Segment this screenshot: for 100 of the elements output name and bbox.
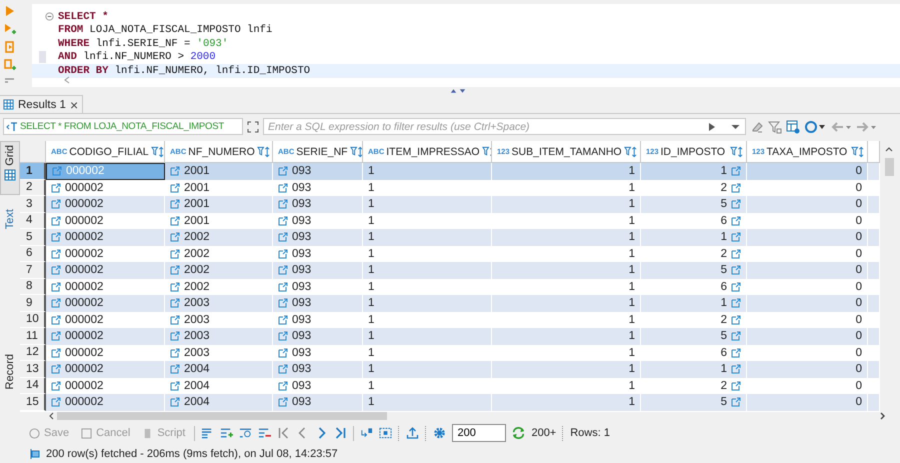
- link-icon[interactable]: [731, 397, 741, 408]
- scroll-up-icon[interactable]: [885, 147, 893, 152]
- link-icon[interactable]: [278, 314, 288, 325]
- delete-row-icon[interactable]: [258, 427, 272, 439]
- row-number[interactable]: 12: [20, 344, 46, 361]
- apply-filter-icon[interactable]: [708, 122, 716, 132]
- link-icon[interactable]: [731, 248, 741, 259]
- link-icon[interactable]: [278, 298, 288, 308]
- link-icon[interactable]: [278, 166, 288, 176]
- link-icon[interactable]: [51, 380, 61, 391]
- link-icon[interactable]: [278, 380, 288, 391]
- link-icon[interactable]: [170, 397, 180, 408]
- link-icon[interactable]: [731, 216, 741, 226]
- filter-sort-icon[interactable]: [150, 146, 164, 158]
- link-icon[interactable]: [731, 380, 741, 391]
- dropdown-icon[interactable]: [731, 124, 740, 130]
- link-icon[interactable]: [731, 199, 741, 210]
- collapse-icon[interactable]: [45, 12, 54, 22]
- link-icon[interactable]: [51, 348, 61, 358]
- link-icon[interactable]: [170, 298, 180, 308]
- link-icon[interactable]: [51, 364, 61, 374]
- panel-icon[interactable]: [379, 427, 392, 439]
- row-number[interactable]: 5: [20, 229, 46, 246]
- link-icon[interactable]: [731, 298, 741, 308]
- first-page-icon[interactable]: [277, 427, 290, 439]
- link-icon[interactable]: [731, 282, 741, 292]
- row-number[interactable]: 4: [20, 212, 46, 229]
- row-number[interactable]: 14: [20, 378, 46, 394]
- forward-arrow-icon[interactable]: [856, 120, 878, 134]
- row-number[interactable]: 3: [20, 196, 46, 212]
- row-number[interactable]: 15: [20, 394, 46, 410]
- filter-sort-icon[interactable]: [624, 146, 637, 158]
- close-icon[interactable]: ×: [70, 98, 78, 112]
- run-plus-icon[interactable]: [4, 23, 16, 35]
- explain-icon[interactable]: [4, 77, 16, 83]
- link-icon[interactable]: [278, 364, 288, 374]
- row-number[interactable]: 10: [20, 312, 46, 328]
- link-icon[interactable]: [278, 199, 288, 210]
- row-number[interactable]: 7: [20, 262, 46, 278]
- link-icon[interactable]: [51, 298, 61, 308]
- link-icon[interactable]: [51, 265, 61, 276]
- export-icon[interactable]: [360, 427, 374, 439]
- link-icon[interactable]: [278, 265, 288, 276]
- row-number[interactable]: 6: [20, 246, 46, 262]
- script-plus-icon[interactable]: [4, 59, 16, 71]
- link-icon[interactable]: [731, 348, 741, 358]
- scroll-right-icon[interactable]: [880, 412, 885, 420]
- refresh-icon[interactable]: [804, 120, 826, 134]
- sql-editor[interactable]: SELECT * FROM LOJA_NOTA_FISCAL_IMPOSTO lnfi WHERE lnfi.SERIE_NF = '093' AND lnfi.NF_NUMERO > 2000 ORDER BY lnfi.NF_NUMERO, lnfi.ID_IMPOSTO: [32, 4, 900, 87]
- link-icon[interactable]: [278, 232, 288, 242]
- link-icon[interactable]: [170, 380, 180, 391]
- link-icon[interactable]: [170, 282, 180, 292]
- link-icon[interactable]: [170, 232, 180, 242]
- link-icon[interactable]: [170, 248, 180, 259]
- scroll-left-icon[interactable]: [49, 412, 54, 420]
- filter-sort-icon[interactable]: [350, 146, 362, 158]
- link-icon[interactable]: [731, 364, 741, 374]
- fetch-size-field[interactable]: 200: [452, 424, 506, 442]
- eraser-icon[interactable]: [750, 120, 764, 134]
- link-icon[interactable]: [51, 331, 61, 342]
- query-label[interactable]: SELECT * FROM LOJA_NOTA_FISCAL_IMPOST: [3, 118, 243, 135]
- copy-row-icon[interactable]: [239, 427, 252, 439]
- link-icon[interactable]: [170, 364, 180, 374]
- link-icon[interactable]: [170, 216, 180, 226]
- row-number[interactable]: 8: [20, 278, 46, 295]
- link-icon[interactable]: [51, 282, 61, 292]
- results-tab[interactable]: Results 1 ×: [0, 95, 84, 113]
- table-settings-icon[interactable]: [786, 120, 800, 134]
- link-icon[interactable]: [170, 182, 180, 193]
- link-icon[interactable]: [51, 397, 61, 408]
- row-number[interactable]: 9: [20, 295, 46, 312]
- row-number[interactable]: 2: [20, 180, 46, 196]
- link-icon[interactable]: [731, 232, 741, 242]
- add-row-icon[interactable]: [220, 427, 234, 439]
- link-icon[interactable]: [278, 182, 288, 193]
- expand-icon[interactable]: [247, 120, 259, 132]
- link-icon[interactable]: [170, 348, 180, 358]
- filter-icon[interactable]: [768, 120, 782, 134]
- link-icon[interactable]: [731, 182, 741, 193]
- filter-sort-icon[interactable]: [256, 146, 270, 158]
- row-number[interactable]: 13: [20, 361, 46, 378]
- filter-sort-icon[interactable]: [851, 146, 864, 158]
- fetch-more-button[interactable]: 200+: [531, 427, 556, 439]
- link-icon[interactable]: [278, 248, 288, 259]
- link-icon[interactable]: [170, 265, 180, 276]
- link-icon[interactable]: [51, 216, 61, 226]
- view-tab[interactable]: Record: [0, 350, 20, 410]
- row-number[interactable]: 1: [20, 163, 46, 180]
- last-page-icon[interactable]: [334, 427, 348, 439]
- link-icon[interactable]: [51, 232, 61, 242]
- run-icon[interactable]: [4, 5, 16, 17]
- link-icon[interactable]: [731, 265, 741, 276]
- link-icon[interactable]: [51, 199, 61, 210]
- view-tab[interactable]: Text: [0, 205, 20, 265]
- upload-icon[interactable]: [406, 427, 420, 439]
- link-icon[interactable]: [170, 331, 180, 342]
- filter-field[interactable]: Enter a SQL expression to filter results (use Ctrl+Space): [263, 118, 746, 135]
- link-icon[interactable]: [51, 314, 61, 325]
- link-icon[interactable]: [731, 331, 741, 342]
- link-icon[interactable]: [170, 199, 180, 210]
